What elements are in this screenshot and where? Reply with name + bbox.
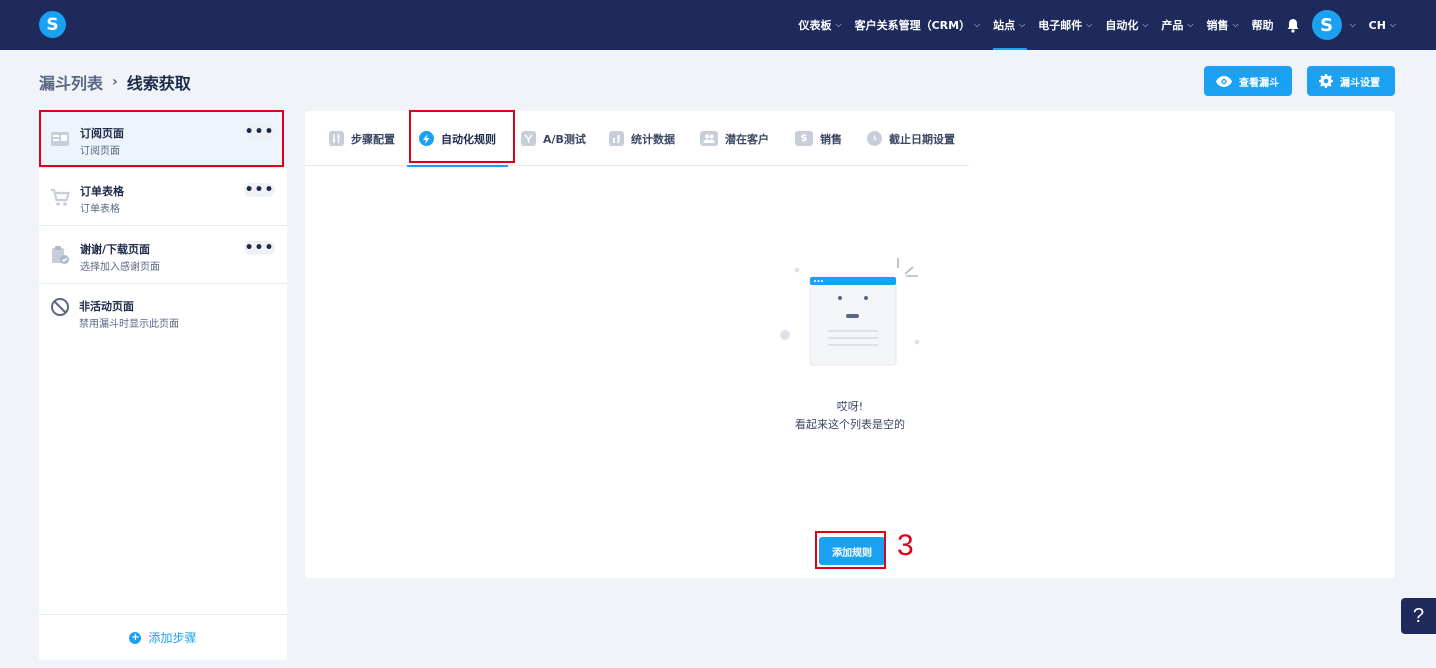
language-switcher[interactable]: CH ⌵ bbox=[1369, 0, 1396, 50]
step-subtitle: 订单表格 bbox=[80, 204, 120, 215]
step-title: 订单表格 bbox=[80, 185, 124, 198]
clock-icon bbox=[867, 131, 882, 146]
tab-ab-test[interactable]: A/B测试 bbox=[521, 111, 586, 166]
tab-step-config[interactable]: 步骤配置 bbox=[329, 111, 395, 166]
ban-icon bbox=[51, 298, 69, 316]
bell-icon[interactable] bbox=[1286, 18, 1300, 33]
top-navigation: S 仪表板 ⌵ 客户关系管理（CRM） ⌵ 站点 ⌵ 电子邮件 ⌵ 自动化 ⌵ 产品 ⌵ 销… bbox=[0, 0, 1436, 50]
highlight-box bbox=[409, 110, 515, 163]
dollar-icon: $ bbox=[795, 131, 813, 146]
breadcrumb: 漏斗列表 › 线索获取 bbox=[39, 70, 191, 94]
bar-chart-icon bbox=[609, 131, 624, 146]
nav-item-automation[interactable]: 自动化 ⌵ bbox=[1105, 0, 1148, 50]
chevron-down-icon: ⌵ bbox=[1389, 20, 1396, 29]
tab-bar: 步骤配置 自动化规则 A/B测试 统计数据 潜在客户 $ 销售 截止日期设置 bbox=[305, 111, 969, 167]
step-item[interactable]: 非活动页面 禁用漏斗时显示此页面 bbox=[39, 285, 287, 342]
main-panel: 步骤配置 自动化规则 A/B测试 统计数据 潜在客户 $ 销售 截止日期设置 哎… bbox=[305, 111, 1395, 578]
empty-state-title: 哎呀! bbox=[836, 400, 864, 413]
funnel-steps-panel: 订阅页面 订阅页面 ••• 订单表格 订单表格 ••• 谢谢/下载页面 选择加入… bbox=[39, 111, 287, 660]
tab-deadline-settings[interactable]: 截止日期设置 bbox=[867, 111, 955, 166]
step-title: 谢谢/下载页面 bbox=[80, 243, 151, 256]
step-title: 非活动页面 bbox=[79, 300, 134, 313]
highlight-box bbox=[815, 531, 886, 569]
more-options-icon[interactable]: ••• bbox=[244, 183, 275, 197]
chevron-down-icon: ⌵ bbox=[1019, 20, 1026, 29]
funnel-settings-button[interactable]: 漏斗设置 bbox=[1307, 66, 1395, 96]
tab-sales[interactable]: $ 销售 bbox=[795, 111, 842, 166]
users-icon bbox=[700, 131, 718, 146]
step-subtitle: 选择加入感谢页面 bbox=[80, 262, 160, 273]
avatar-menu[interactable]: ⌵ bbox=[1346, 0, 1356, 50]
nav-item-help[interactable]: 帮助 bbox=[1252, 0, 1274, 50]
sliders-icon bbox=[329, 131, 344, 146]
add-step-button[interactable]: + 添加步骤 bbox=[39, 614, 287, 660]
help-button[interactable]: ? bbox=[1401, 598, 1436, 634]
breadcrumb-separator: › bbox=[112, 74, 118, 90]
annotation-number: 3 bbox=[897, 529, 914, 562]
chevron-down-icon: ⌵ bbox=[1187, 20, 1194, 29]
empty-state-message: 看起来这个列表是空的 bbox=[795, 418, 905, 431]
tab-leads[interactable]: 潜在客户 bbox=[700, 111, 769, 166]
nav-items: 仪表板 ⌵ 客户关系管理（CRM） ⌵ 站点 ⌵ 电子邮件 ⌵ 自动化 ⌵ 产品 ⌵ 销售 ⌵… bbox=[786, 0, 1396, 50]
chevron-down-icon: ⌵ bbox=[1142, 20, 1149, 29]
avatar[interactable]: S bbox=[1311, 10, 1342, 40]
nav-item-sales[interactable]: 销售 ⌵ bbox=[1206, 0, 1238, 50]
gear-icon bbox=[1319, 74, 1333, 88]
logo[interactable]: S bbox=[39, 11, 66, 38]
breadcrumb-funnel-list[interactable]: 漏斗列表 bbox=[39, 70, 103, 94]
highlight-box bbox=[39, 110, 284, 167]
nav-item-sites[interactable]: 站点 ⌵ bbox=[993, 0, 1028, 50]
step-item[interactable]: 谢谢/下载页面 选择加入感谢页面 ••• bbox=[39, 227, 287, 284]
split-icon bbox=[521, 131, 536, 146]
step-item[interactable]: 订单表格 订单表格 ••• bbox=[39, 169, 287, 226]
more-options-icon[interactable]: ••• bbox=[244, 241, 275, 255]
nav-item-dashboard[interactable]: 仪表板 ⌵ bbox=[799, 0, 842, 50]
plus-circle-icon: + bbox=[129, 631, 142, 644]
nav-item-crm[interactable]: 客户关系管理（CRM） ⌵ bbox=[855, 0, 981, 50]
nav-item-email[interactable]: 电子邮件 ⌵ bbox=[1038, 0, 1092, 50]
eye-icon bbox=[1216, 75, 1232, 87]
chevron-down-icon: ⌵ bbox=[1086, 20, 1093, 29]
cart-icon bbox=[51, 188, 70, 206]
chevron-down-icon: ⌵ bbox=[974, 20, 981, 29]
chevron-down-icon: ⌵ bbox=[1232, 20, 1239, 29]
view-funnel-button[interactable]: 查看漏斗 bbox=[1204, 66, 1292, 96]
clipboard-check-icon bbox=[52, 246, 69, 264]
step-subtitle: 禁用漏斗时显示此页面 bbox=[79, 319, 179, 330]
nav-item-products[interactable]: 产品 ⌵ bbox=[1161, 0, 1193, 50]
tab-statistics[interactable]: 统计数据 bbox=[609, 111, 675, 166]
chevron-down-icon: ⌵ bbox=[1349, 20, 1356, 29]
chevron-down-icon: ⌵ bbox=[835, 20, 842, 29]
empty-list-illustration bbox=[780, 258, 920, 366]
page-title: 线索获取 bbox=[126, 74, 191, 93]
